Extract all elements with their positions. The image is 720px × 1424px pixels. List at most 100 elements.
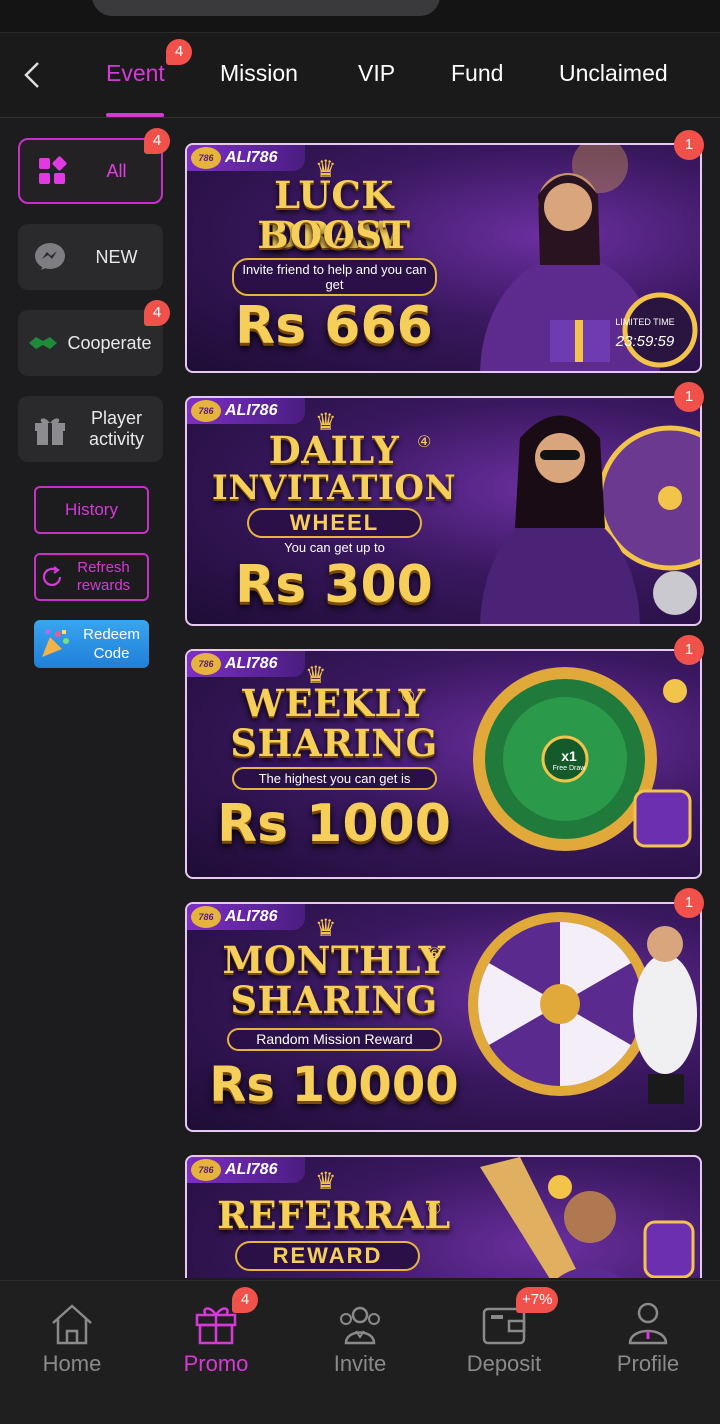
sidebar-item-player-activity[interactable]: Player activity bbox=[18, 396, 163, 462]
banner-amount: Rs 300 bbox=[235, 555, 433, 615]
tab-unclaimed[interactable]: Unclaimed bbox=[559, 57, 668, 89]
banner-number: ⑥ bbox=[427, 946, 442, 963]
brand-logo-icon: 786 bbox=[191, 1159, 221, 1181]
banner-referral-reward[interactable]: 786 ALI786 ♛ REFERRAL ① REWARD bbox=[185, 1155, 702, 1278]
banner-title-line1: MONTHLY bbox=[222, 938, 446, 982]
banner-tagline: WHEEL bbox=[247, 508, 422, 538]
nav-deposit-label: Deposit bbox=[466, 1351, 542, 1376]
tab-mission[interactable]: Mission bbox=[220, 57, 298, 89]
refresh-icon bbox=[42, 566, 62, 586]
sidebar-item-label: NEW bbox=[95, 246, 138, 267]
banner-title-line2: INVITATION bbox=[211, 468, 457, 508]
tab-event-badge: 4 bbox=[166, 39, 192, 65]
banner-title-line1: WEEKLY bbox=[242, 681, 426, 725]
crown-icon: ♛ bbox=[315, 1168, 337, 1195]
banner-badge: 1 bbox=[674, 888, 704, 918]
sidebar-item-cooperate[interactable]: Cooperate bbox=[18, 310, 163, 376]
brand-logo-icon: 786 bbox=[191, 906, 221, 928]
sidebar-item-all[interactable]: All bbox=[18, 138, 163, 204]
deposit-bonus-badge: +7% bbox=[516, 1287, 559, 1313]
wheel-free-draw: Free Draw bbox=[552, 765, 586, 772]
refresh-rewards-label: Refresh rewards bbox=[76, 559, 131, 594]
chevron-left-icon bbox=[24, 62, 39, 88]
banner-subtitle: Invite friend to help and you can get bbox=[232, 258, 437, 296]
messenger-icon bbox=[26, 233, 74, 281]
sidebar: All 4 NEW Cooperate 4 Player activity Hi… bbox=[0, 118, 178, 1278]
banner-luck-draw-boost[interactable]: 786 ALI786 ♛ LUCK DRAW BOOST Invite frien… bbox=[185, 143, 702, 373]
promo-badge: 4 bbox=[232, 1287, 258, 1313]
cooperate-badge: 4 bbox=[144, 300, 170, 326]
confetti-icon bbox=[42, 629, 69, 657]
brand-label: 786 ALI786 bbox=[187, 398, 305, 424]
banner-subtitle: Random Mission Reward bbox=[227, 1028, 442, 1051]
sidebar-item-label: Cooperate bbox=[67, 332, 152, 353]
profile-icon bbox=[628, 1302, 668, 1345]
banner-amount: Rs 10000 bbox=[209, 1057, 459, 1113]
wheel-multiplier: x1 bbox=[561, 748, 577, 764]
banner-monthly-sharing[interactable]: 786 ALI786 ♛ MONTHLY ⑥ SHARING Random Mis… bbox=[185, 902, 702, 1132]
home-icon bbox=[52, 1304, 92, 1345]
redeem-code-label: Redeem Code bbox=[83, 626, 140, 662]
brand-logo-icon: 786 bbox=[191, 400, 221, 422]
prize-wheel-illustration bbox=[473, 667, 692, 851]
status-bar bbox=[0, 0, 720, 32]
banner-daily-invitation[interactable]: 786 ALI786 ♛ DAILY ④ INVITATION WHEEL You… bbox=[185, 396, 702, 626]
bottom-nav: Home Promo 4 Invite Deposit +7% Profile bbox=[0, 1280, 720, 1390]
banner-number: ⑤ bbox=[401, 689, 416, 706]
banner-amount: Rs 1000 bbox=[217, 794, 451, 854]
sidebar-item-label: All bbox=[106, 160, 127, 181]
tab-event[interactable]: Event bbox=[106, 57, 165, 89]
banner-badge: 1 bbox=[674, 382, 704, 412]
nav-promo[interactable]: Promo bbox=[161, 1301, 271, 1377]
limited-time-label: LIMITED TIME bbox=[615, 317, 675, 327]
banner-subtitle: You can get up to bbox=[284, 540, 385, 555]
all-badge: 4 bbox=[144, 128, 170, 154]
system-gesture-bar bbox=[0, 1390, 720, 1424]
banner-number: ① bbox=[427, 1201, 442, 1218]
countdown-timer: 23:59:59 bbox=[615, 333, 675, 350]
refresh-rewards-button[interactable]: Refresh rewards bbox=[34, 553, 149, 601]
back-button[interactable] bbox=[18, 59, 46, 91]
nav-promo-label: Promo bbox=[183, 1351, 249, 1376]
active-tab-indicator bbox=[106, 113, 164, 117]
nav-home[interactable]: Home bbox=[17, 1301, 127, 1377]
banner-subtitle: The highest you can get is bbox=[232, 767, 437, 790]
banner-title-line2: SHARING bbox=[230, 721, 438, 765]
prize-wheel-woman-illustration bbox=[468, 912, 697, 1104]
handshake-icon bbox=[26, 319, 60, 367]
brand-label: 786 ALI786 bbox=[187, 145, 305, 171]
promo-banner-list: 786 ALI786 ♛ LUCK DRAW BOOST Invite frien… bbox=[182, 130, 706, 1278]
banner-badge: 1 bbox=[674, 130, 704, 160]
banner-title-line2: BOOST bbox=[257, 213, 411, 257]
grid-icon bbox=[28, 147, 76, 195]
sidebar-item-label: Player activity bbox=[88, 408, 144, 449]
banner-title-line1: REFERRAL bbox=[217, 1193, 451, 1237]
banner-badge: 1 bbox=[674, 635, 704, 665]
banner-tagline: REWARD bbox=[235, 1241, 420, 1271]
nav-home-label: Home bbox=[42, 1351, 102, 1376]
nav-invite-label: Invite bbox=[333, 1351, 387, 1376]
redeem-code-button[interactable]: Redeem Code bbox=[34, 620, 149, 668]
sidebar-item-new[interactable]: NEW bbox=[18, 224, 163, 290]
brand-label: 786 ALI786 bbox=[187, 904, 305, 930]
nav-profile-label: Profile bbox=[616, 1351, 680, 1376]
nav-invite[interactable]: Invite bbox=[305, 1301, 415, 1377]
notch-pill bbox=[92, 0, 440, 16]
banner-title-line2: SHARING bbox=[230, 978, 438, 1022]
brand-label: 786 ALI786 bbox=[187, 651, 305, 677]
invite-users-icon bbox=[340, 1306, 380, 1345]
top-tab-bar: Event 4 Mission VIP Fund Unclaimed bbox=[0, 32, 720, 118]
history-button[interactable]: History bbox=[34, 486, 149, 534]
cricket-player-illustration bbox=[480, 1157, 695, 1278]
tab-fund[interactable]: Fund bbox=[451, 57, 503, 89]
brand-label: 786 ALI786 bbox=[187, 1157, 305, 1183]
banner-number: ④ bbox=[417, 434, 432, 451]
gift-icon bbox=[26, 405, 74, 453]
brand-logo-icon: 786 bbox=[191, 653, 221, 675]
brand-logo-icon: 786 bbox=[191, 147, 221, 169]
banner-amount: Rs 666 bbox=[235, 296, 433, 356]
banner-weekly-sharing[interactable]: 786 ALI786 ♛ WEEKLY ⑤ SHARING The highest… bbox=[185, 649, 702, 879]
nav-profile[interactable]: Profile bbox=[593, 1301, 703, 1377]
tab-vip[interactable]: VIP bbox=[358, 57, 395, 89]
woman-sunglasses-illustration bbox=[480, 415, 700, 624]
